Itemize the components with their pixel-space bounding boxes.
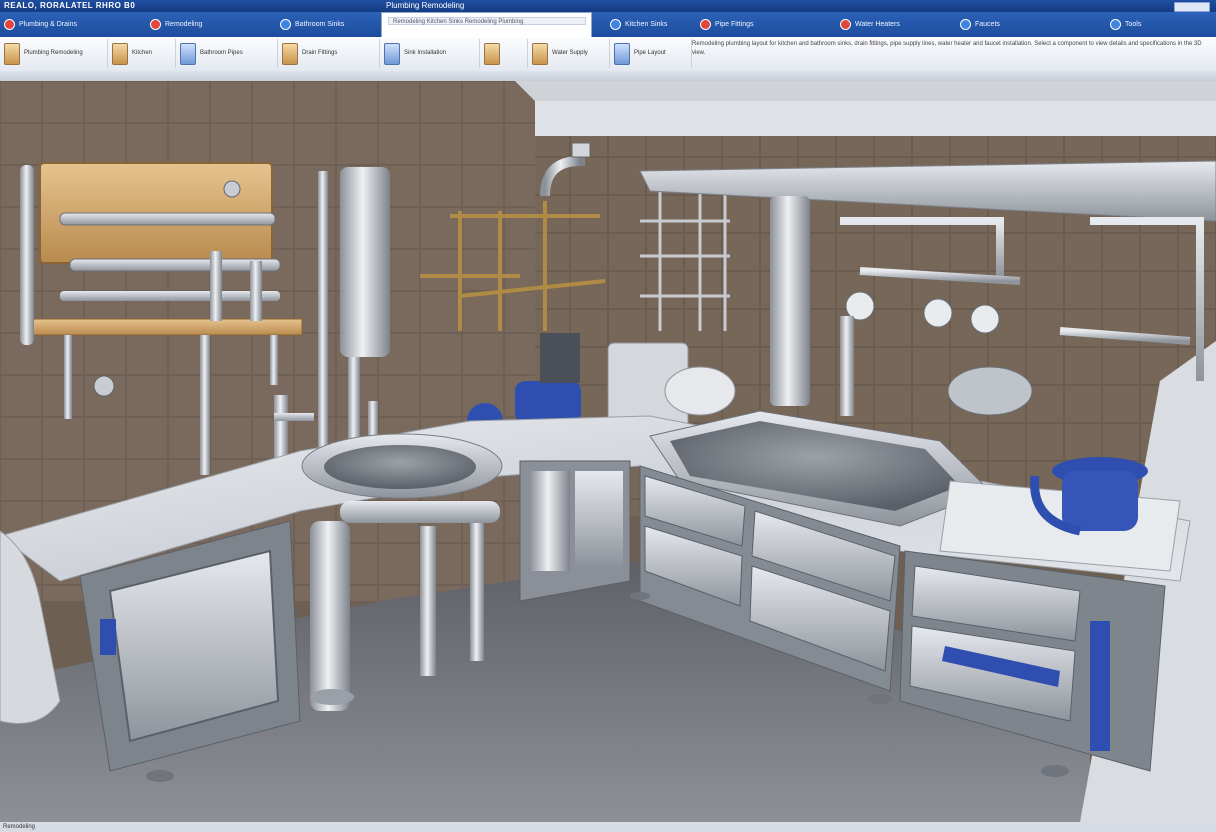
- ribbon-group-faucet-repair[interactable]: [480, 39, 528, 68]
- ribbon-group-drain-fittings[interactable]: Drain Fittings: [278, 39, 380, 68]
- tab-icon: [840, 19, 851, 30]
- tab-bathroom-sinks[interactable]: Bathroom Sinks: [280, 15, 344, 34]
- tab-pipe-fittings[interactable]: Pipe Fittings: [700, 15, 754, 34]
- tab-faucets[interactable]: Faucets: [960, 15, 1000, 34]
- ribbon-group-plumbing-remodeling[interactable]: Plumbing Remodeling: [0, 39, 108, 68]
- tab-icon: [1110, 19, 1121, 30]
- tab-water-heaters[interactable]: Water Heaters: [840, 15, 900, 34]
- status-text: Remodeling: [3, 824, 36, 830]
- tab-icon: [700, 19, 711, 30]
- tab-icon: [150, 19, 161, 30]
- tab-icon: [610, 19, 621, 30]
- ribbon-description: Remodeling plumbing layout for kitchen a…: [692, 41, 1202, 56]
- drain-icon: [282, 42, 298, 65]
- ribbon-group-bathroom-pipes[interactable]: Bathroom Pipes: [176, 39, 278, 68]
- tab-icon: [960, 19, 971, 30]
- wrench-icon: [384, 42, 400, 65]
- toolbar-strip: [0, 71, 1216, 81]
- tab-icon: [4, 19, 15, 30]
- ribbon-group-kitchen[interactable]: Kitchen: [108, 39, 176, 68]
- plumbing-scene: [0, 81, 1216, 822]
- layout-icon: [614, 42, 630, 65]
- tab-plumbing[interactable]: Plumbing & Drains: [4, 15, 77, 34]
- tab-tools[interactable]: Tools: [1110, 15, 1141, 34]
- window-control-button[interactable]: [1174, 2, 1210, 12]
- status-bar: Remodeling: [0, 822, 1216, 832]
- ribbon-group-pipe-layout[interactable]: Pipe Layout: [610, 39, 692, 68]
- faucet-icon: [112, 42, 128, 65]
- ribbon-tab-bar: Plumbing & Drains Remodeling Bathroom Si…: [0, 12, 1216, 37]
- search-box[interactable]: Remodeling Kitchen Sinks Remodeling Plum…: [381, 12, 592, 38]
- ribbon-group-sink-installation[interactable]: Sink Installation: [380, 39, 480, 68]
- document-title: Plumbing Remodeling: [386, 1, 465, 10]
- tab-icon: [280, 19, 291, 30]
- pipe-icon: [4, 42, 20, 65]
- ribbon: Plumbing Remodeling Kitchen Bathroom Pip…: [0, 37, 1216, 72]
- water-heater-icon: [532, 42, 548, 65]
- title-bar: REALO, RORALATEL RHRO B0 Plumbing Remode…: [0, 0, 1216, 12]
- sink-icon: [180, 42, 196, 65]
- ribbon-group-water-supply[interactable]: Water Supply: [528, 39, 610, 68]
- tab-kitchen-sinks[interactable]: Kitchen Sinks: [610, 15, 667, 34]
- tab-remodeling[interactable]: Remodeling: [150, 15, 202, 34]
- search-input[interactable]: Remodeling Kitchen Sinks Remodeling Plum…: [388, 17, 586, 25]
- 3d-viewport[interactable]: [0, 81, 1216, 822]
- valve-icon: [484, 42, 500, 65]
- app-title: REALO, RORALATEL RHRO B0: [4, 1, 136, 10]
